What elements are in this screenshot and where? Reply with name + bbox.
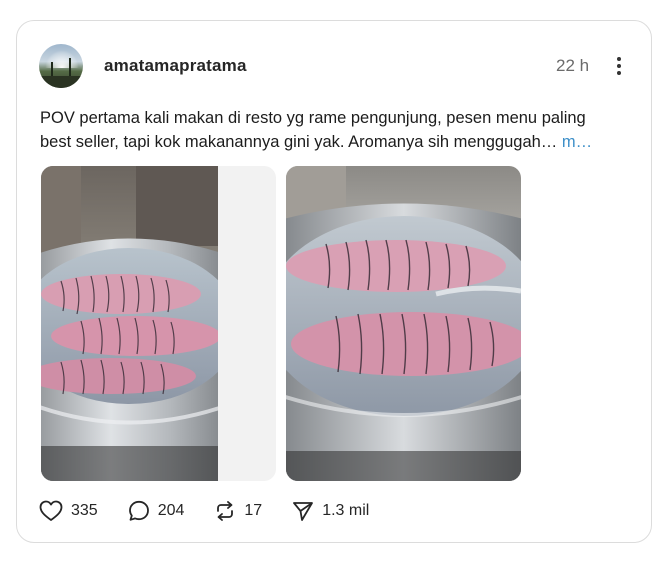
caption-line-2: best seller, tapi kok makanannya gini ya… [40, 130, 630, 154]
repost-button[interactable]: 17 [214, 500, 262, 522]
post-time: 22 h [556, 56, 590, 75]
post-photo-1[interactable] [41, 166, 276, 481]
caption-line-1: POV pertama kali makan di resto yg rame … [40, 109, 586, 127]
post-card: amatamapratama 22 h POV pertama kali mak… [16, 20, 652, 543]
more-vertical-icon[interactable] [613, 55, 625, 79]
share-button[interactable]: 1.3 mil [292, 500, 369, 522]
paper-plane-icon [293, 502, 314, 521]
caption-line-2-text: best seller, tapi kok makanannya gini ya… [40, 133, 558, 151]
boiling-pot-photo-1 [41, 166, 218, 481]
post-photo-2[interactable] [286, 166, 521, 481]
share-count: 1.3 mil [322, 502, 370, 519]
avatar[interactable] [39, 44, 83, 88]
boiling-pot-photo-2 [286, 166, 521, 481]
like-count: 335 [71, 502, 98, 519]
heart-icon [39, 500, 63, 521]
repost-arrows-icon [217, 501, 234, 521]
like-button[interactable]: 335 [39, 500, 98, 522]
speech-bubble-icon [128, 500, 149, 521]
repost-count: 17 [244, 502, 263, 519]
username[interactable]: amatamapratama [104, 56, 247, 76]
comment-button[interactable]: 204 [128, 500, 185, 522]
comment-count: 204 [157, 502, 185, 519]
post-caption: POV pertama kali makan di resto yg rame … [40, 106, 630, 154]
more-link[interactable]: m… [562, 133, 592, 151]
page: amatamapratama 22 h POV pertama kali mak… [0, 0, 665, 567]
action-bar: 335 204 17 1.3 mil [39, 497, 399, 525]
